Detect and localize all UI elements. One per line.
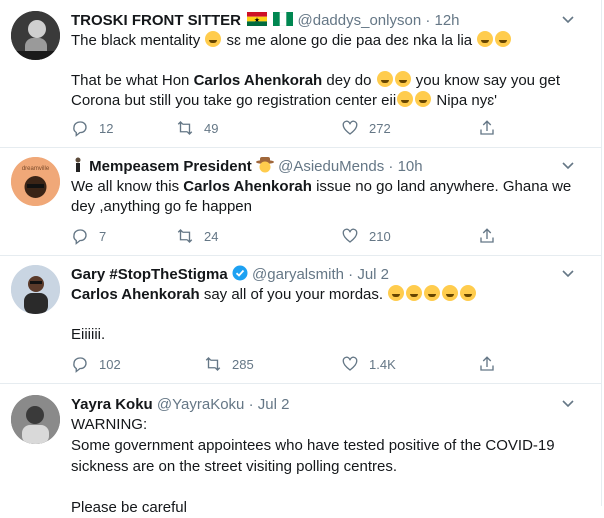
chevron-down-icon[interactable] <box>562 400 574 408</box>
handle[interactable]: @YayraKoku <box>157 396 245 413</box>
retweet-icon <box>177 121 193 135</box>
rofl-emoji-icon <box>477 31 494 47</box>
chevron-down-icon[interactable] <box>562 270 574 278</box>
tweet-actions: 102 285 1.4K <box>71 354 501 374</box>
reply-button[interactable]: 102 <box>71 354 121 374</box>
separator: · <box>348 266 354 283</box>
like-icon <box>342 356 358 371</box>
tweet[interactable]: TROSKI FRONT SITTER @daddys_onlyson · 12… <box>0 0 602 148</box>
timestamp[interactable]: 12h <box>435 12 460 29</box>
cowboy-face-emoji-icon <box>255 157 274 178</box>
like-icon <box>342 120 358 135</box>
rofl-emoji-icon <box>388 285 405 301</box>
chevron-down-icon[interactable] <box>562 162 574 170</box>
avatar[interactable] <box>11 11 60 60</box>
like-button[interactable]: 1.4K <box>341 354 396 374</box>
retweet-icon <box>205 357 221 371</box>
person-standing-emoji-icon <box>71 157 85 178</box>
reply-button[interactable]: 12 <box>71 118 113 138</box>
reply-icon <box>73 121 87 137</box>
tweet-header: TROSKI FRONT SITTER @daddys_onlyson · 12… <box>71 11 460 30</box>
handle[interactable]: @garyalsmith <box>252 266 344 283</box>
reply-count: 102 <box>99 356 121 372</box>
share-button[interactable] <box>478 118 506 138</box>
ghana-flag-icon <box>247 12 268 26</box>
crying-face-emoji-icon <box>205 31 222 47</box>
tweet-actions: 7 24 210 <box>71 226 501 246</box>
display-name[interactable]: TROSKI FRONT SITTER <box>71 12 241 29</box>
handle[interactable]: @AsieduMends <box>278 158 384 175</box>
crying-face-emoji-icon <box>397 91 414 107</box>
tweet-text: The black mentality sɛ me alone go die p… <box>71 31 561 109</box>
weary-face-emoji-icon <box>415 91 432 107</box>
tweet-header: Gary #StopTheStigma @garyalsmith · Jul 2 <box>71 265 389 286</box>
like-icon <box>342 228 358 243</box>
retweet-button[interactable]: 49 <box>176 118 218 138</box>
display-name[interactable]: Mempeasem President <box>89 158 252 175</box>
highlighted-term: Carlos Ahenkorah <box>193 72 323 89</box>
rofl-emoji-icon <box>424 285 441 301</box>
like-button[interactable]: 210 <box>341 226 391 246</box>
tweet-feed: TROSKI FRONT SITTER @daddys_onlyson · 12… <box>0 0 602 516</box>
reply-count: 7 <box>99 228 107 244</box>
retweet-count: 49 <box>204 120 219 136</box>
timestamp[interactable]: 10h <box>398 158 423 175</box>
tweet-actions: 12 49 272 <box>71 118 501 138</box>
rofl-emoji-icon <box>442 285 459 301</box>
like-count: 272 <box>369 120 391 136</box>
rofl-emoji-icon <box>460 285 477 301</box>
reply-icon <box>73 229 87 245</box>
like-button[interactable]: 272 <box>341 118 391 138</box>
like-count: 210 <box>369 228 391 244</box>
tweet[interactable]: Gary #StopTheStigma @garyalsmith · Jul 2… <box>0 256 602 384</box>
share-button[interactable] <box>478 354 506 374</box>
share-icon <box>480 356 494 371</box>
rofl-emoji-icon <box>394 71 411 87</box>
highlighted-term: Carlos Ahenkorah <box>71 286 200 303</box>
tweet-text: We all know this Carlos Ahenkorah issue … <box>71 178 572 215</box>
tweet-header: Mempeasem President @AsieduMends · 10h <box>71 157 423 178</box>
tears-of-joy-emoji-icon <box>495 31 512 47</box>
tweet-text: Carlos Ahenkorah say all of you your mor… <box>71 285 586 345</box>
reply-button[interactable]: 7 <box>71 226 106 246</box>
display-name[interactable]: Gary #StopTheStigma <box>71 266 228 283</box>
avatar-label: dreamville <box>22 166 50 172</box>
tweet-header: Yayra Koku @YayraKoku · Jul 2 <box>71 395 289 414</box>
tears-of-joy-emoji-icon <box>376 71 393 87</box>
separator: · <box>425 12 431 29</box>
avatar[interactable] <box>11 395 60 444</box>
separator: · <box>248 396 254 413</box>
retweet-count: 285 <box>232 356 254 372</box>
nigeria-flag-icon <box>273 11 294 27</box>
retweet-button[interactable]: 285 <box>204 354 254 374</box>
reply-count: 12 <box>99 120 114 136</box>
tweet[interactable]: Yayra Koku @YayraKoku · Jul 2 WARNING: S… <box>0 384 602 516</box>
avatar[interactable]: dreamville <box>11 157 60 206</box>
retweet-button[interactable]: 24 <box>176 226 218 246</box>
tweet[interactable]: dreamville Mempeasem President @AsieduMe… <box>0 148 602 256</box>
avatar[interactable] <box>11 265 60 314</box>
share-icon <box>480 120 494 135</box>
like-count: 1.4K <box>369 356 396 372</box>
tweet-text: WARNING: Some government appointees who … <box>71 416 555 516</box>
display-name[interactable]: Yayra Koku <box>71 396 153 413</box>
reply-icon <box>73 357 87 373</box>
share-button[interactable] <box>478 226 506 246</box>
handle[interactable]: @daddys_onlyson <box>298 12 422 29</box>
retweet-icon <box>177 229 193 243</box>
timestamp[interactable]: Jul 2 <box>357 266 389 283</box>
chevron-down-icon[interactable] <box>562 16 574 24</box>
timestamp[interactable]: Jul 2 <box>258 396 290 413</box>
highlighted-term: Carlos Ahenkorah <box>183 178 312 195</box>
share-icon <box>480 228 494 243</box>
verified-badge-icon <box>232 265 248 286</box>
rofl-emoji-icon <box>406 285 423 301</box>
separator: · <box>388 158 394 175</box>
retweet-count: 24 <box>204 228 219 244</box>
